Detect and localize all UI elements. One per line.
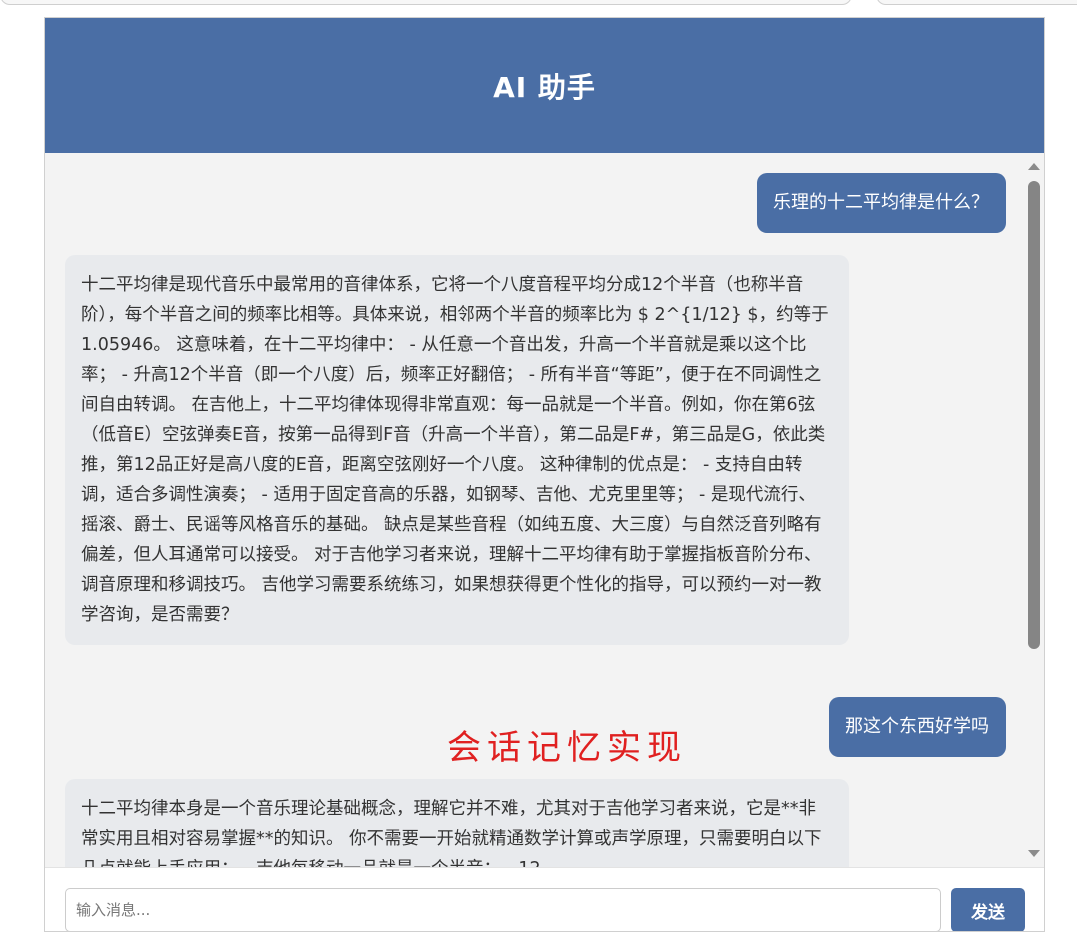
scroll-up-arrow-icon[interactable] bbox=[1028, 163, 1040, 170]
browser-tab[interactable] bbox=[876, 0, 1077, 5]
browser-tab[interactable] bbox=[0, 0, 852, 5]
scrollbar-thumb[interactable] bbox=[1028, 181, 1040, 649]
app-header: AI 助手 bbox=[45, 18, 1044, 153]
overlay-caption: 会话记忆实现 bbox=[447, 728, 687, 768]
send-button[interactable]: 发送 bbox=[951, 888, 1025, 931]
scroll-down-arrow-icon[interactable] bbox=[1028, 850, 1040, 857]
assistant-message: 十二平均律是现代音乐中最常用的音律体系，它将一个八度音程平均分成12个半音（也称… bbox=[65, 255, 849, 645]
browser-tab-strip bbox=[0, 0, 1077, 8]
chat-app-window: AI 助手 乐理的十二平均律是什么？ 十二平均律是现代音乐中最常用的音律体系，它… bbox=[44, 17, 1045, 932]
assistant-message: 十二平均律本身是一个音乐理论基础概念，理解它并不难，尤其对于吉他学习者来说，它是… bbox=[65, 779, 849, 867]
chat-scrollbar[interactable] bbox=[1024, 153, 1044, 867]
message-input[interactable] bbox=[65, 888, 941, 931]
app-title: AI 助手 bbox=[493, 70, 596, 104]
composer-bar: 发送 bbox=[45, 867, 1044, 931]
user-message: 乐理的十二平均律是什么？ bbox=[757, 173, 1006, 233]
user-message: 那这个东西好学吗 bbox=[829, 697, 1006, 757]
message-list[interactable]: 乐理的十二平均律是什么？ 十二平均律是现代音乐中最常用的音律体系，它将一个八度音… bbox=[45, 153, 1044, 867]
